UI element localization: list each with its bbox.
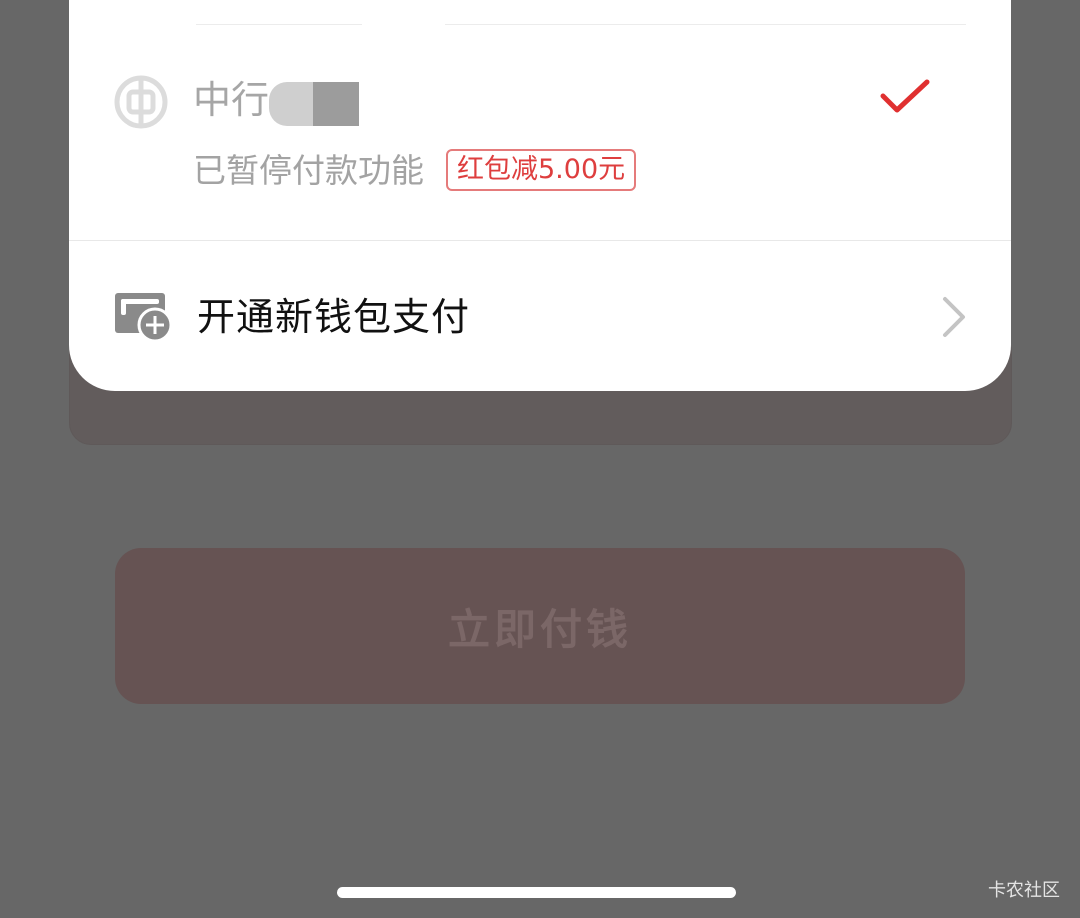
bank-status-text: 已暂停付款功能 xyxy=(193,151,424,190)
payment-screen: 立即付钱 中行 已暂停付款功能 红包减5.00元 开通新钱包支付 卡农社区 xyxy=(0,0,1080,918)
divider xyxy=(196,24,362,25)
open-new-wallet-label: 开通新钱包支付 xyxy=(197,295,471,339)
open-new-wallet-row[interactable]: 开通新钱包支付 xyxy=(69,241,1011,391)
payment-method-sheet: 中行 已暂停付款功能 红包减5.00元 开通新钱包支付 xyxy=(69,0,1011,391)
chevron-right-icon xyxy=(943,297,965,337)
promo-badge: 红包减5.00元 xyxy=(446,149,637,191)
bank-option-boc[interactable]: 中行 已暂停付款功能 红包减5.00元 xyxy=(69,40,1011,240)
watermark: 卡农社区 xyxy=(988,880,1060,901)
home-indicator[interactable] xyxy=(337,887,736,898)
pay-now-button[interactable]: 立即付钱 xyxy=(115,548,965,704)
masked-card-number xyxy=(269,82,313,126)
masked-card-number xyxy=(313,82,359,126)
divider xyxy=(445,24,966,25)
bank-name: 中行 xyxy=(193,78,270,122)
pay-now-label: 立即付钱 xyxy=(447,604,632,654)
checkmark-icon xyxy=(880,79,930,113)
bank-of-china-icon xyxy=(114,75,168,129)
wallet-add-icon xyxy=(115,293,173,343)
